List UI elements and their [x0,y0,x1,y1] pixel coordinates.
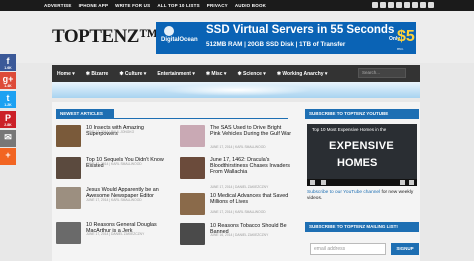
facebook-icon: f [6,56,10,66]
play-icon[interactable] [310,180,315,185]
article-thumbnail[interactable] [180,223,205,245]
article-thumbnail[interactable] [180,157,205,179]
article-meta: JUNE 17, 2014 | KARL SMALLWOOD [210,145,266,149]
rss-icon[interactable] [420,2,426,8]
plus-icon: + [5,150,11,160]
article-meta: JUNE 17, 2014 | PAUL JONGKO [86,130,135,134]
article-item[interactable]: 10 Insects with Amazing Superpowers JUNE … [56,125,166,151]
nav-item-culture[interactable]: ✱ Culture ▾ [119,71,146,77]
article-thumbnail[interactable] [56,157,81,179]
decorative-strip [52,82,420,98]
nav-item-misc[interactable]: ✱ Misc ▾ [206,71,227,77]
divider [56,118,288,119]
email-field[interactable]: email address [310,243,386,255]
google-plus-icon[interactable] [396,2,402,8]
article-title[interactable]: June 17, 1462: Dracula's Bloodthirstines… [210,157,292,176]
more-share-button[interactable]: + [0,148,16,165]
article-thumbnail[interactable] [56,125,81,147]
youtube-icon[interactable] [404,2,410,8]
nav-item-bizarre[interactable]: ✱ Bizarre [86,71,109,77]
social-icons [372,2,434,8]
topbar-link-write-for-us[interactable]: WRITE FOR US [115,3,150,8]
twitter-share-button[interactable]: t 1.2K [0,91,16,108]
strip-glow [162,84,312,96]
logo-text: TOPTENZ [52,26,139,47]
twitter-icon: t [6,93,10,103]
youtube-caption: Subscribe to our YouTube channel for new… [307,190,419,202]
search-input[interactable]: Search... [358,68,406,78]
google-plus-share-button[interactable]: g+ 1.4K [0,72,16,89]
article-meta: JUNE 17, 2014 | KARL SMALLWOOD [86,198,142,202]
article-item[interactable]: Jesus Would Apparently be an Awesome New… [56,187,166,213]
article-thumbnail[interactable] [180,193,205,215]
email-share-button[interactable]: ✉ [0,130,16,147]
video-controls[interactable] [307,179,417,186]
article-meta: JUNE 16, 2014 | DANIEL ZAKIEZCZNY [210,233,269,237]
article-item[interactable]: 10 Reasons Tobacco Should Be Banned JUNE … [180,223,290,249]
pinterest-icon: P [4,113,11,123]
topbar-link-audio-book[interactable]: AUDIO BOOK [235,3,266,8]
nav-item-home[interactable]: Home ▾ [57,71,75,77]
topbar-link-all-lists[interactable]: ALL TOP 10 LISTS [157,3,199,8]
share-count: 1.4K [4,84,12,88]
digitalocean-ad-banner[interactable]: DigitalOcean SSD Virtual Servers in 55 S… [156,22,416,54]
signup-button[interactable]: SIGNUP [391,243,419,255]
article-item[interactable]: Top 10 Sequels You Didn't Know Existed JU… [56,157,166,183]
twitter-icon[interactable] [380,2,386,8]
youtube-heading: SUBSCRIBE TO TOPTENZ YOUTUBE [305,109,419,119]
article-title[interactable]: 10 Medical Advances that Saved Millions … [210,193,292,205]
volume-icon[interactable] [321,180,326,185]
share-count: 1.6K [4,66,12,70]
mailing-list-heading: SUBSCRIBE TO TOPTENZ MAILING LIST! [305,222,419,232]
nav-item-science[interactable]: ✱ Science ▾ [237,71,265,77]
nav-item-entertainment[interactable]: Entertainment ▾ [157,71,195,77]
google-plus-icon: g+ [2,74,14,84]
pinterest-icon[interactable] [388,2,394,8]
fullscreen-icon[interactable] [409,180,414,185]
topbar-link-iphone-app[interactable]: IPHONE APP [79,3,109,8]
logo-trademark: ™ [138,26,158,47]
article-thumbnail[interactable] [56,222,81,244]
ad-per-month: mo. [397,46,404,51]
ad-headline: SSD Virtual Servers in 55 Seconds [206,24,395,36]
email-icon: ✉ [4,132,12,142]
pinterest-share-button[interactable]: P 2.8K [0,111,16,128]
article-item[interactable]: The SAS Used to Drive Bright Pink Vehicl… [180,125,292,151]
reddit-icon[interactable] [412,2,418,8]
video-overlay-line2: HOMES [337,157,378,169]
digitalocean-logo-icon [164,26,174,36]
share-count: 1.2K [4,103,12,107]
article-thumbnail[interactable] [56,187,81,209]
main-navigation: Home ▾ ✱ Bizarre ✱ Culture ▾ Entertainme… [52,65,420,82]
ad-price: $5 [397,28,415,45]
article-thumbnail[interactable] [180,125,205,147]
article-item[interactable]: 10 Medical Advances that Saved Millions … [180,193,290,219]
ad-brand: DigitalOcean [161,37,198,43]
topbar-link-privacy[interactable]: PRIVACY [207,3,228,8]
email-icon[interactable] [428,2,434,8]
youtube-logo-icon[interactable] [400,180,405,185]
article-item[interactable]: June 17, 1462: Dracula's Bloodthirstines… [180,157,292,189]
article-meta: JUNE 17, 2014 | DANIEL ZAKIEZCZNY [86,232,145,236]
article-item[interactable]: 10 Reasons General Douglas MacArthur is … [56,222,166,248]
article-meta: JUNE 17, 2014 | KARL SMALLWOOD [210,210,266,214]
nav-item-working-anarchy[interactable]: ✱ Working Anarchy ▾ [277,71,328,77]
facebook-share-button[interactable]: f 1.6K [0,54,16,71]
article-meta: JUNE 17, 2014 | DANIEL ZAKIEZCZNY [210,185,269,189]
ad-specs: 512MB RAM | 20GB SSD Disk | 1TB of Trans… [206,41,346,48]
facebook-icon[interactable] [372,2,378,8]
article-title[interactable]: The SAS Used to Drive Bright Pink Vehicl… [210,125,292,137]
article-meta: JUNE 17, 2014 | KARL SMALLWOOD [86,162,142,166]
video-overlay-line1: EXPENSIVE [329,140,395,152]
youtube-subscribe-link[interactable]: Subscribe to our YouTube channel [307,190,380,195]
video-title: Top 10 Most Expensive Homes in the [312,127,387,132]
topbar-link-advertise[interactable]: ADVERTISE [44,3,72,8]
youtube-video-embed[interactable]: Top 10 Most Expensive Homes in the EXPEN… [307,124,417,186]
top-bar: ADVERTISE IPHONE APP WRITE FOR US ALL TO… [0,0,474,11]
site-logo[interactable]: TOPTENZ™ [52,26,158,48]
share-count: 2.8K [4,123,12,127]
